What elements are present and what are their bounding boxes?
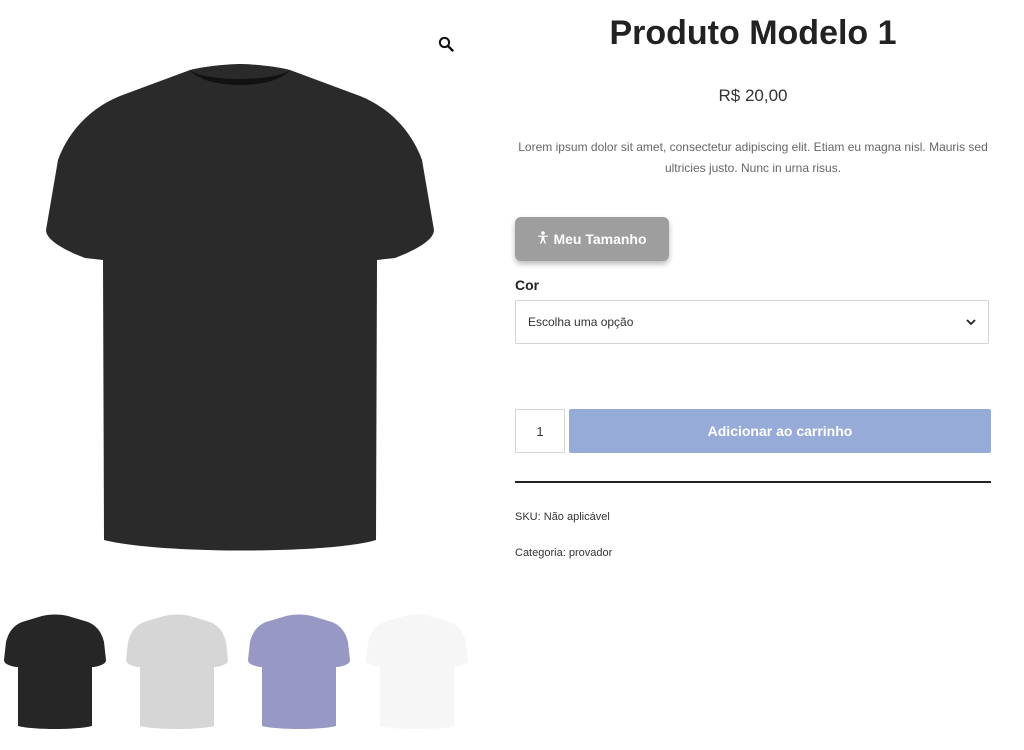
thumbnail-strip xyxy=(0,612,470,730)
category-label: Categoria: xyxy=(515,547,566,559)
product-gallery xyxy=(0,0,470,750)
thumbnail-lavender[interactable] xyxy=(244,612,354,730)
color-select-value: Escolha uma opção xyxy=(528,315,634,329)
quantity-input[interactable]: 1 xyxy=(515,409,565,453)
chevron-down-icon xyxy=(966,315,976,329)
zoom-button[interactable] xyxy=(434,34,458,58)
sku-label: SKU: xyxy=(515,511,541,523)
product-price: R$ 20,00 xyxy=(718,86,788,105)
category-link[interactable]: provador xyxy=(569,547,612,559)
my-size-label: Meu Tamanho xyxy=(553,231,647,247)
thumbnail-black[interactable] xyxy=(0,612,110,730)
sku-row: SKU: Não aplicável xyxy=(515,511,610,523)
main-product-image[interactable] xyxy=(30,60,450,560)
category-row: Categoria: provador xyxy=(515,547,612,559)
color-select[interactable]: Escolha uma opção xyxy=(515,300,989,344)
divider xyxy=(515,481,991,483)
search-icon xyxy=(438,36,454,57)
add-to-cart-button[interactable]: Adicionar ao carrinho xyxy=(569,409,991,453)
my-size-button[interactable]: Meu Tamanho xyxy=(515,217,669,261)
person-icon xyxy=(537,231,549,247)
thumbnail-white[interactable] xyxy=(362,612,472,730)
product-description: Lorem ipsum dolor sit amet, consectetur … xyxy=(518,140,988,175)
thumbnail-light-gray[interactable] xyxy=(122,612,232,730)
color-label: Cor xyxy=(515,277,540,293)
sku-value: Não aplicável xyxy=(543,511,610,523)
product-title: Produto Modelo 1 xyxy=(609,14,897,52)
